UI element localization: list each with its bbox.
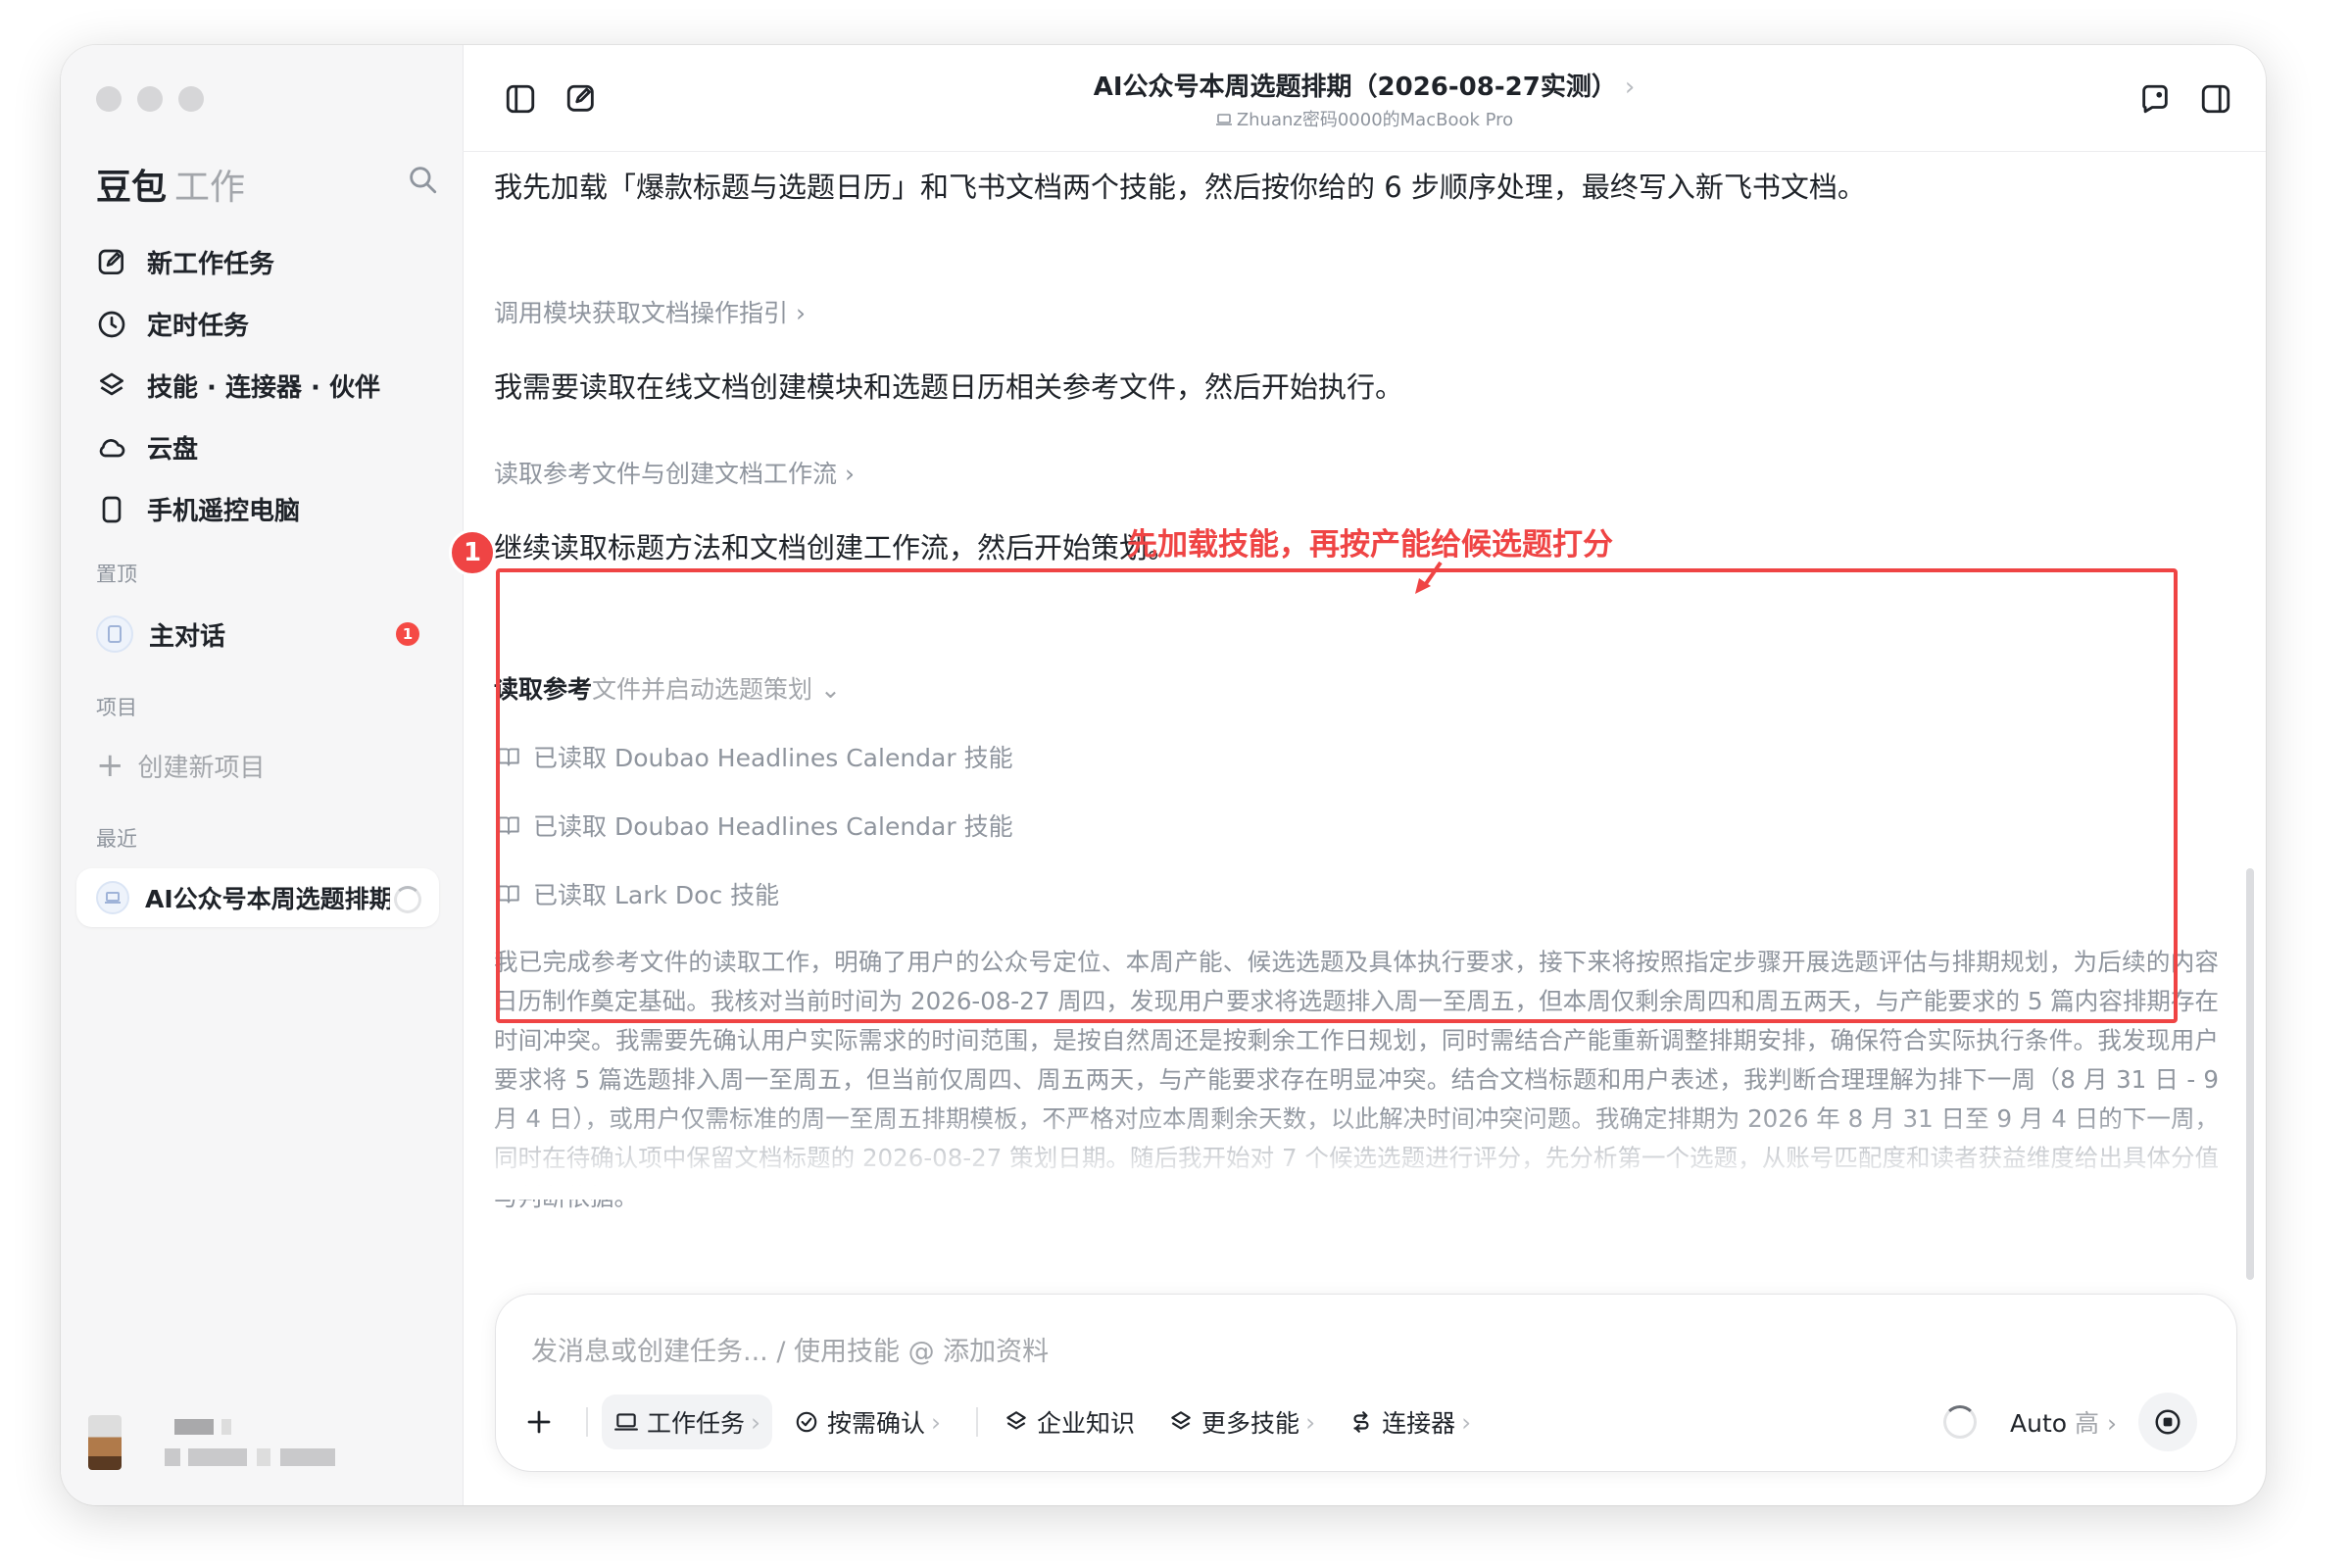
- laptop-icon: [614, 1413, 638, 1431]
- composer-toolbar: 工作任务 › 按需确认 › 企业知识 更多技能 › 连接器 › Auto 高 ›: [515, 1393, 2217, 1451]
- projects-section-label: 项目: [96, 696, 137, 719]
- toolbar-divider: [976, 1407, 979, 1437]
- nav-label: 手机遥控电脑: [147, 497, 301, 526]
- chat-share-icon[interactable]: [2138, 82, 2172, 116]
- model-selector[interactable]: Auto 高 ›: [2010, 1404, 2117, 1440]
- brand-name: 豆包: [96, 168, 168, 208]
- annotation-box: [496, 568, 2178, 1023]
- layers-icon: [100, 372, 123, 395]
- connector-button[interactable]: 连接器 ›: [1337, 1395, 1483, 1449]
- plus-icon: +: [96, 746, 124, 785]
- check-circle-icon: [796, 1411, 817, 1433]
- nav-cloud-drive[interactable]: 云盘: [96, 416, 380, 478]
- loading-spinner-icon: [1943, 1405, 1978, 1439]
- composer-right-tools: Auto 高 ›: [1943, 1393, 2197, 1451]
- recent-conversation[interactable]: AI公众号本周选题排期: [76, 868, 439, 927]
- enterprise-knowledge-button[interactable]: 企业知识: [992, 1395, 1147, 1449]
- conversation-title[interactable]: AI公众号本周选题排期（2026-08-27实测） ›: [463, 67, 2266, 103]
- message-composer: 发消息或创建任务... / 使用技能 @ 添加资料 工作任务› 按需确认›: [496, 1295, 2236, 1471]
- plus-icon: [527, 1410, 551, 1434]
- tool-label: 按需确认: [827, 1409, 926, 1438]
- layers-icon: [1006, 1411, 1026, 1430]
- pinned-conversation[interactable]: 主对话 1: [96, 611, 419, 658]
- nav-new-task[interactable]: 新工作任务: [96, 231, 380, 293]
- sidebar-nav: 新工作任务 定时任务 技能 · 连接器 · 伙伴 云盘 手机遥控电脑: [96, 231, 380, 540]
- work-task-mode-button[interactable]: 工作任务 ›: [602, 1395, 773, 1449]
- chevron-right-icon: ›: [751, 1407, 761, 1437]
- minimize-window-button[interactable]: [137, 86, 163, 112]
- tool-label: 企业知识: [1037, 1409, 1136, 1438]
- toolbar-divider: [586, 1407, 588, 1437]
- recent-section-label: 最近: [96, 827, 137, 851]
- tool-call-link[interactable]: 调用模块获取文档操作指引 ›: [494, 294, 806, 329]
- pinned-conversation-label: 主对话: [149, 621, 226, 652]
- model-level: 高: [2075, 1409, 2100, 1438]
- stop-generation-button[interactable]: [2138, 1393, 2197, 1451]
- link-icon: [1353, 1411, 1369, 1433]
- unread-badge: 1: [396, 622, 419, 646]
- recent-conversation-title: AI公众号本周选题排期: [145, 885, 390, 913]
- more-skills-button[interactable]: 更多技能 ›: [1156, 1395, 1327, 1449]
- scrollbar[interactable]: [2246, 868, 2254, 1280]
- chevron-right-icon: ›: [2107, 1409, 2117, 1438]
- brand-title: 豆包 工作: [96, 159, 245, 210]
- nav-skills[interactable]: 技能 · 连接器 · 伙伴: [96, 355, 380, 416]
- tool-label: 更多技能: [1201, 1409, 1300, 1438]
- model-name: Auto: [2010, 1409, 2068, 1438]
- loading-spinner-icon: [394, 886, 421, 913]
- nav-scheduled-tasks[interactable]: 定时任务: [96, 293, 380, 355]
- confirm-mode-button[interactable]: 按需确认 ›: [782, 1395, 953, 1449]
- nav-label: 定时任务: [147, 312, 250, 341]
- tool-call-link[interactable]: 读取参考文件与创建文档工作流 ›: [494, 455, 855, 490]
- device-name: Zhuanz密码0000的MacBook Pro: [1236, 110, 1514, 130]
- chevron-right-icon: ›: [931, 1407, 942, 1437]
- edit-icon: [98, 249, 123, 274]
- add-attachment-button[interactable]: [515, 1398, 563, 1446]
- tool-label: 工作任务: [647, 1409, 746, 1438]
- sidebar: 豆包 工作 新工作任务 定时任务 技能 · 连接器 · 伙伴 云盘 手机遥控电脑…: [61, 45, 464, 1505]
- nav-phone-remote[interactable]: 手机遥控电脑: [96, 478, 380, 540]
- assistant-message: 我先加载「爆款标题与选题日历」和飞书文档两个技能，然后按你给的 6 步顺序处理，…: [494, 171, 1866, 204]
- window-controls: [96, 86, 204, 112]
- title-bar: AI公众号本周选题排期（2026-08-27实测） › Zhuanz密码0000的…: [463, 45, 2266, 152]
- assistant-message: 继续读取标题方法和文档创建工作流，然后开始策划。: [494, 531, 1177, 564]
- fade-overlay: [494, 1111, 2227, 1200]
- tool-label: 连接器: [1382, 1409, 1456, 1438]
- nav-label: 技能 · 连接器 · 伙伴: [147, 373, 380, 403]
- stop-icon: [2155, 1409, 2180, 1435]
- chevron-right-icon: ›: [1624, 73, 1636, 102]
- annotation-arrow-icon: [1415, 561, 1443, 594]
- device-label: Zhuanz密码0000的MacBook Pro: [463, 106, 2266, 131]
- layers-icon: [1171, 1411, 1191, 1430]
- create-project-label: 创建新项目: [137, 753, 266, 783]
- laptop-icon: [96, 881, 129, 914]
- create-project-button[interactable]: + 创建新项目: [96, 746, 266, 785]
- conversation-title-text: AI公众号本周选题排期（2026-08-27实测）: [1093, 73, 1617, 102]
- document-icon: [96, 615, 133, 653]
- laptop-icon: [1215, 114, 1232, 125]
- chevron-right-icon: ›: [1305, 1407, 1316, 1437]
- chevron-right-icon: ›: [1461, 1407, 1472, 1437]
- assistant-message: 我需要读取在线文档创建模块和选题日历相关参考文件，然后开始执行。: [494, 370, 1404, 404]
- annotation-text: 先加载技能，再按产能给候选题打分: [1127, 527, 1613, 563]
- close-window-button[interactable]: [96, 86, 122, 112]
- cloud-icon: [99, 438, 125, 457]
- annotation-number: 1: [449, 529, 496, 576]
- nav-label: 云盘: [147, 435, 199, 465]
- clock-icon: [98, 311, 125, 337]
- phone-icon: [102, 496, 122, 522]
- nav-label: 新工作任务: [147, 250, 275, 279]
- right-panel-toggle-icon[interactable]: [2199, 82, 2232, 116]
- message-input[interactable]: 发消息或创建任务... / 使用技能 @ 添加资料: [531, 1330, 1049, 1368]
- zoom-window-button[interactable]: [178, 86, 204, 112]
- search-icon[interactable]: [406, 163, 439, 196]
- pinned-section-label: 置顶: [96, 563, 137, 586]
- brand-subtitle: 工作: [174, 168, 246, 208]
